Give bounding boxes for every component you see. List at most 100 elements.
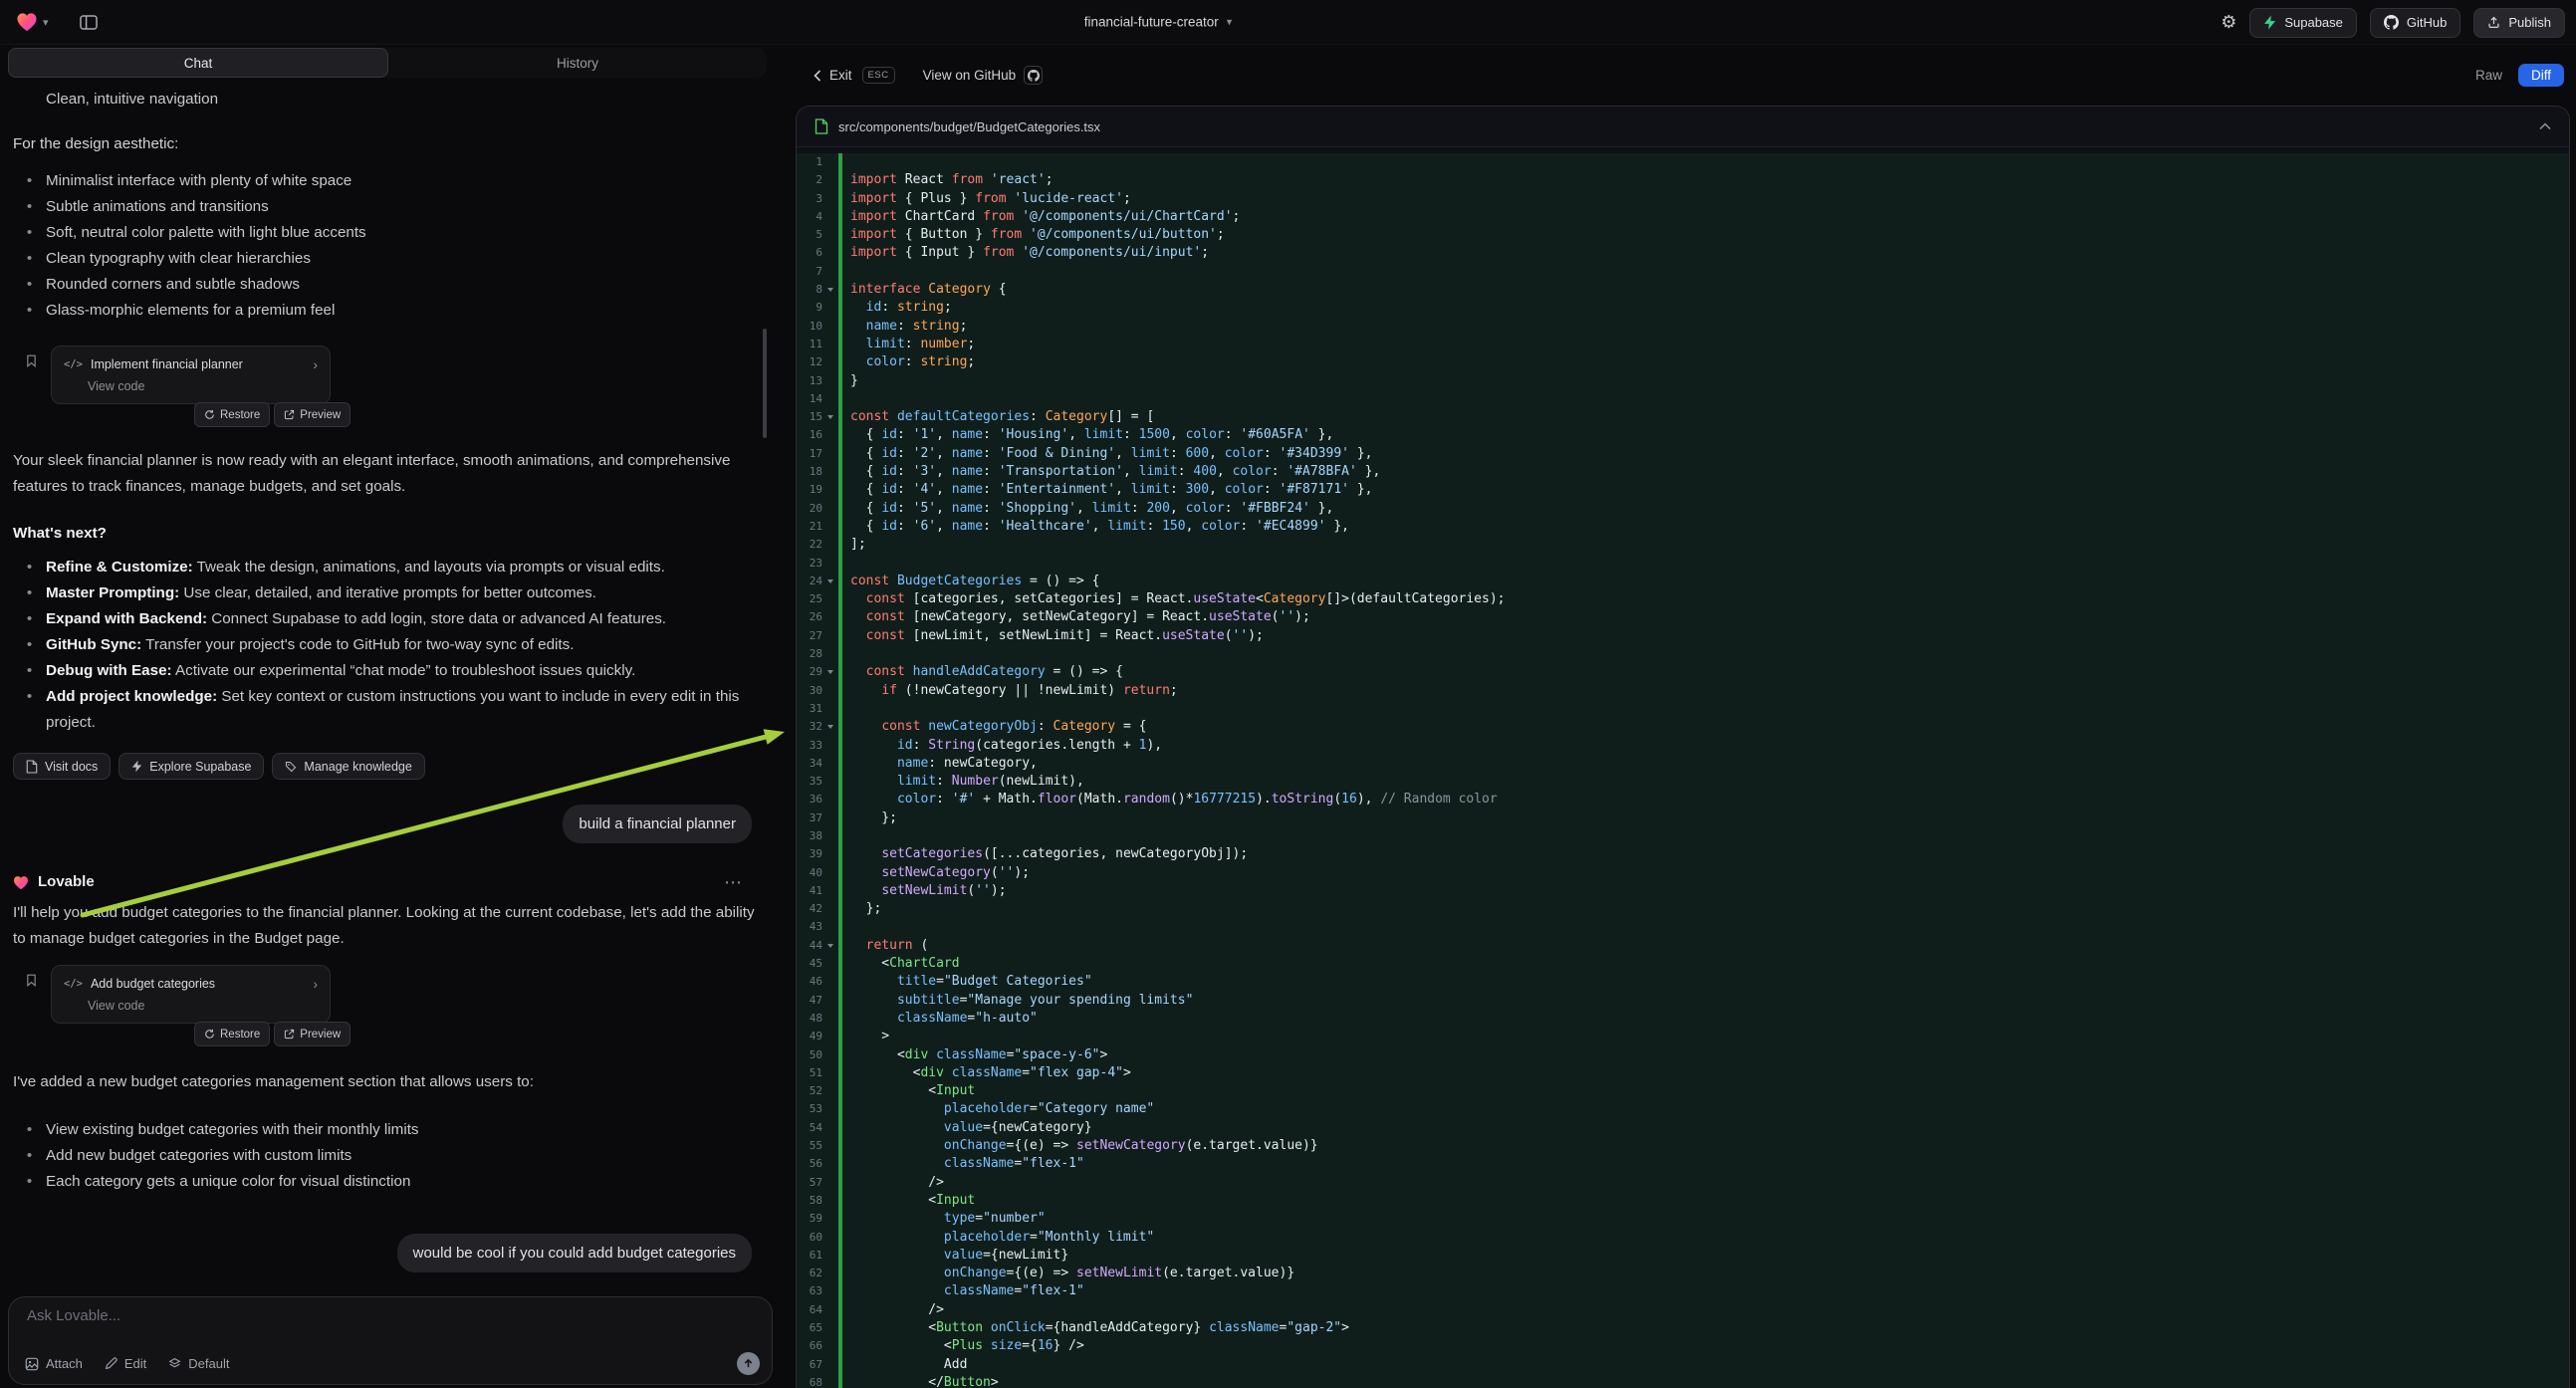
file-icon [815,118,828,134]
version-card-row: </> Implement financial planner › View c… [25,346,758,404]
list-item: •Each category gets a unique color for v… [13,1169,758,1195]
bookmark-icon[interactable] [25,971,38,997]
list-item: •Glass-morphic elements for a premium fe… [13,298,758,324]
settings-gear-icon[interactable]: ⚙ [2221,12,2236,33]
code-line: 67 Add [797,1356,2569,1374]
code-line: 41 setNewLimit(''); [797,882,2569,900]
restore-button[interactable]: Restore [194,1022,270,1046]
view-on-github-link[interactable]: View on GitHub [923,66,1044,85]
code-line: 39 setCategories([...categories, newCate… [797,845,2569,863]
chat-messages: Clean, intuitive navigation For the desi… [0,79,794,1296]
preview-button[interactable]: Preview [274,402,351,427]
mode-selector-button[interactable]: Default [168,1356,229,1371]
list-item: •View existing budget categories with th… [13,1117,758,1143]
tag-icon [285,761,297,773]
version-card-add-budget-categories[interactable]: </> Add budget categories › View code [51,965,331,1024]
github-icon [2384,15,2399,30]
version-card-implement-financial-planner[interactable]: </> Implement financial planner › View c… [51,346,331,404]
diff-button[interactable]: Diff [2518,64,2564,87]
code-toolbar: Exit ESC View on GitHub Raw Diff [794,45,2576,106]
code-line: 61 value={newLimit} [797,1247,2569,1265]
user-message-bubble: would be cool if you could add budget ca… [397,1234,752,1272]
code-line: 48 className="h-auto" [797,1010,2569,1028]
bullet-dot: • [13,1169,46,1195]
list-item: •Master Prompting: Use clear, detailed, … [13,580,758,606]
bookmark-icon[interactable] [25,351,38,377]
file-header[interactable]: src/components/budget/BudgetCategories.t… [797,107,2569,147]
assistant-name: Lovable [38,869,95,895]
list-item: •Debug with Ease: Activate our experimen… [13,658,758,684]
file-path: src/components/budget/BudgetCategories.t… [838,119,1100,134]
tab-history[interactable]: History [388,48,767,78]
code-line: 51 <div className="flex gap-4"> [797,1064,2569,1082]
project-switcher[interactable]: financial-future-creator ▾ [1084,15,1233,30]
github-button[interactable]: GitHub [2370,8,2460,38]
code-lines[interactable]: 12import React from 'react';3import { Pl… [797,148,2569,1388]
code-line: 26 const [newCategory, setNewCategory] =… [797,608,2569,626]
code-line: 43 [797,918,2569,936]
code-line: 17 { id: '2', name: 'Food & Dining', lim… [797,445,2569,463]
supabase-icon [131,760,142,773]
restore-button[interactable]: Restore [194,402,270,427]
code-line: 65 <Button onClick={handleAddCategory} c… [797,1319,2569,1337]
bullet-dot: • [13,168,46,194]
code-line: 54 value={newCategory} [797,1119,2569,1137]
code-line: 62 onChange={(e) => setNewLimit(e.target… [797,1265,2569,1282]
edit-button[interactable]: Edit [105,1356,146,1371]
code-line: 13} [797,372,2569,390]
bullet-dot: • [13,606,46,632]
code-line: 12 color: string; [797,353,2569,371]
exit-button[interactable]: Exit ESC [814,67,895,84]
code-line: 8interface Category { [797,281,2569,299]
list-item: •Add new budget categories with custom l… [13,1143,758,1169]
whats-next-list: •Refine & Customize: Tweak the design, a… [13,555,758,736]
code-icon: </> [64,351,83,377]
bullet-dot: • [13,272,46,298]
assistant-paragraph: I'll help you add budget categories to t… [13,900,758,952]
attach-button[interactable]: Attach [25,1356,83,1371]
arrow-up-icon [743,1358,754,1369]
code-line: 55 onChange={(e) => setNewCategory(e.tar… [797,1137,2569,1155]
publish-button[interactable]: Publish [2473,8,2565,38]
supabase-button[interactable]: Supabase [2249,8,2357,38]
code-icon: </> [64,971,83,997]
preview-button[interactable]: Preview [274,1022,351,1046]
view-code-link[interactable]: View code [88,998,318,1014]
send-button[interactable] [737,1352,760,1375]
bullet-dot: • [13,684,46,736]
logo-chevron-down-icon[interactable]: ▾ [43,16,49,29]
code-line: 37 }; [797,810,2569,827]
code-line: 34 name: newCategory, [797,755,2569,773]
project-title: financial-future-creator [1084,15,1219,30]
message-menu-button[interactable]: ⋯ [724,869,743,895]
tab-chat[interactable]: Chat [8,48,388,78]
manage-knowledge-button[interactable]: Manage knowledge [272,753,424,780]
list-item: •Refine & Customize: Tweak the design, a… [13,555,758,580]
chat-input[interactable] [27,1307,754,1324]
fold-chevron-icon [827,579,833,583]
chat-scrollbar-thumb[interactable] [763,329,767,438]
upload-icon [2487,16,2500,29]
fold-chevron-icon [827,415,833,419]
explore-supabase-button[interactable]: Explore Supabase [118,753,264,780]
assistant-paragraph: Your sleek financial planner is now read… [13,448,758,500]
code-line: 10 name: string; [797,318,2569,336]
list-item: •GitHub Sync: Transfer your project's co… [13,632,758,658]
view-code-link[interactable]: View code [88,378,318,394]
bullet-dot: • [13,246,46,272]
assistant-message-header: Lovable ⋯ [13,870,758,894]
github-icon [1024,66,1043,85]
bullet-dot: • [13,1143,46,1169]
chat-panel: Chat History Clean, intuitive navigation… [0,45,794,1388]
lovable-logo-icon[interactable] [16,12,38,32]
code-line: 59 type="number" [797,1210,2569,1228]
raw-button[interactable]: Raw [2475,68,2502,83]
sidebar-toggle-button[interactable] [80,15,98,30]
topbar: ▾ financial-future-creator ▾ ⚙ Supabase … [0,0,2576,45]
bullet-dot: • [13,298,46,324]
code-line: 27 const [newLimit, setNewLimit] = React… [797,627,2569,645]
version-card-row: </> Add budget categories › View code [25,965,758,1024]
visit-docs-button[interactable]: Visit docs [13,753,111,780]
code-panel: Exit ESC View on GitHub Raw Diff src/com… [794,45,2576,1388]
collapse-button[interactable] [2539,122,2551,130]
